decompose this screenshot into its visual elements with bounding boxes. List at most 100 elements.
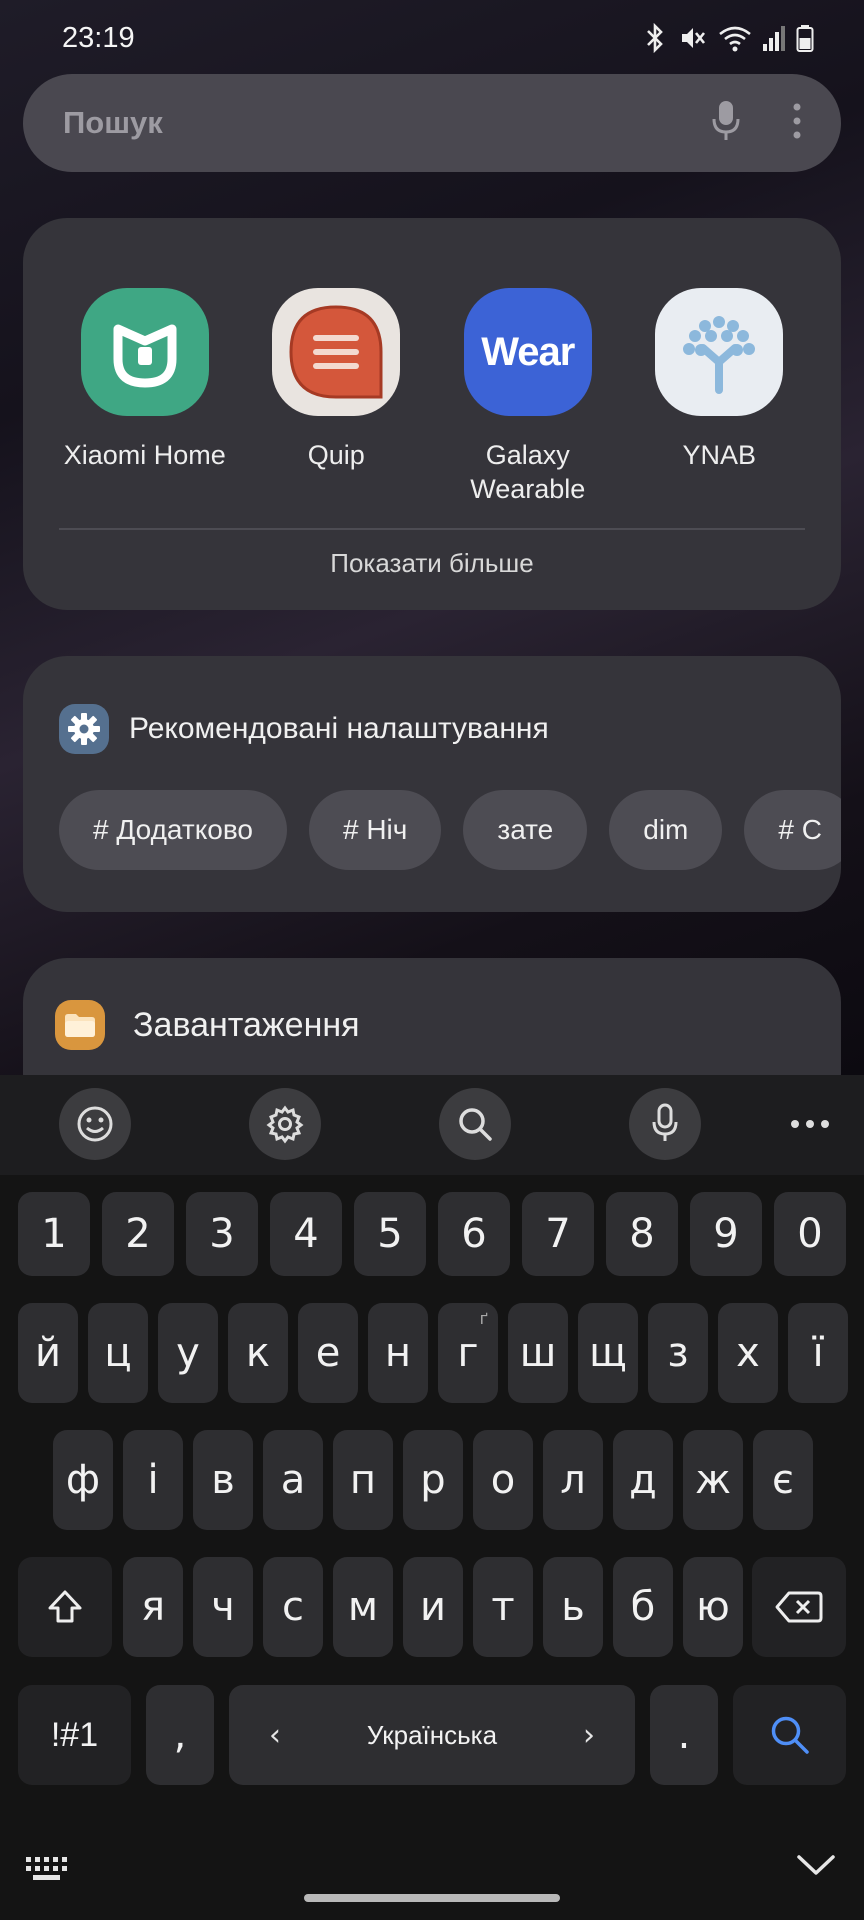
app-galaxy-wearable[interactable]: Wear Galaxy Wearable	[432, 288, 624, 506]
key-б[interactable]: б	[613, 1557, 673, 1657]
key-и[interactable]: и	[403, 1557, 463, 1657]
chip-dim[interactable]: dim	[609, 790, 723, 870]
key-м[interactable]: м	[333, 1557, 393, 1657]
key-9[interactable]: 9	[690, 1192, 762, 1276]
backspace-key[interactable]	[752, 1557, 846, 1657]
search-icon[interactable]	[439, 1088, 511, 1160]
more-icon[interactable]	[780, 1088, 840, 1160]
settings-gear-icon	[59, 704, 109, 754]
apps-card: Xiaomi Home Quip Wear Galaxy Wearable YN…	[23, 218, 841, 610]
galaxy-wearable-icon: Wear	[463, 288, 592, 416]
key-л[interactable]: л	[543, 1430, 603, 1530]
app-ynab[interactable]: YNAB	[624, 288, 816, 506]
wifi-icon	[718, 23, 752, 53]
chip-night[interactable]: # Ніч	[308, 790, 442, 870]
bluetooth-icon	[642, 23, 668, 53]
ynab-icon	[655, 288, 784, 416]
app-xiaomi-home[interactable]: Xiaomi Home	[49, 288, 241, 506]
emoji-icon[interactable]	[59, 1088, 131, 1160]
home-indicator[interactable]	[304, 1894, 560, 1902]
key-о[interactable]: о	[473, 1430, 533, 1530]
recommended-title: Рекомендовані налаштування	[129, 712, 549, 745]
key-3[interactable]: 3	[186, 1192, 258, 1276]
key-і[interactable]: і	[123, 1430, 183, 1530]
shift-key[interactable]	[18, 1557, 112, 1657]
quip-icon	[272, 288, 401, 416]
comma-key[interactable]: ,	[146, 1685, 214, 1785]
status-bar: 23:19	[0, 0, 864, 76]
key-в[interactable]: в	[193, 1430, 253, 1530]
app-label: Galaxy Wearable	[470, 440, 586, 504]
key-щ[interactable]: щ	[578, 1303, 638, 1403]
mic-icon[interactable]	[629, 1088, 701, 1160]
search-action-key[interactable]	[733, 1685, 846, 1785]
key-с[interactable]: с	[263, 1557, 323, 1657]
mic-icon[interactable]	[711, 99, 741, 148]
key-4[interactable]: 4	[270, 1192, 342, 1276]
key-н[interactable]: н	[368, 1303, 428, 1403]
chip-zate[interactable]: зате	[463, 790, 588, 870]
shift-icon	[48, 1590, 82, 1623]
key-alt-label: ґ	[479, 1309, 488, 1328]
key-ч[interactable]: ч	[193, 1557, 253, 1657]
hide-keyboard-icon[interactable]	[796, 1852, 836, 1883]
key-ї[interactable]: ї	[788, 1303, 848, 1403]
space-language-label: Українська	[366, 1719, 498, 1750]
key-ь[interactable]: ь	[543, 1557, 603, 1657]
app-label: Quip	[307, 440, 365, 470]
key-6[interactable]: 6	[438, 1192, 510, 1276]
xiaomi-home-icon	[80, 288, 209, 416]
search-input[interactable]: Пошук	[63, 105, 711, 141]
key-7[interactable]: 7	[522, 1192, 594, 1276]
key-ц[interactable]: ц	[88, 1303, 148, 1403]
space-key[interactable]: ‹ Українська ›	[229, 1685, 635, 1785]
chip-additional[interactable]: # Додатково	[59, 790, 287, 870]
key-у[interactable]: у	[158, 1303, 218, 1403]
recommended-settings-card: Рекомендовані налаштування # Додатково #…	[23, 656, 841, 912]
downloads-title: Завантаження	[133, 1005, 360, 1044]
key-2[interactable]: 2	[102, 1192, 174, 1276]
status-time: 23:19	[62, 21, 135, 54]
key-є[interactable]: є	[753, 1430, 813, 1530]
key-я[interactable]: я	[123, 1557, 183, 1657]
key-8[interactable]: 8	[606, 1192, 678, 1276]
keyboard-toolbar	[0, 1075, 864, 1175]
recommended-header: Рекомендовані налаштування	[59, 704, 549, 754]
chip-s[interactable]: # С	[744, 790, 841, 870]
key-п[interactable]: п	[333, 1430, 393, 1530]
key-е[interactable]: е	[298, 1303, 358, 1403]
key-ж[interactable]: ж	[683, 1430, 743, 1530]
key-г[interactable]: г ґ	[438, 1303, 498, 1403]
key-т[interactable]: т	[473, 1557, 533, 1657]
settings-icon[interactable]	[249, 1088, 321, 1160]
key-й[interactable]: й	[18, 1303, 78, 1403]
search-bar[interactable]: Пошук	[23, 74, 841, 172]
key-1[interactable]: 1	[18, 1192, 90, 1276]
key-ф[interactable]: ф	[53, 1430, 113, 1530]
period-key[interactable]: .	[650, 1685, 718, 1785]
key-д[interactable]: д	[613, 1430, 673, 1530]
key-к[interactable]: к	[228, 1303, 288, 1403]
app-label: Xiaomi Home	[63, 440, 226, 470]
app-quip[interactable]: Quip	[241, 288, 433, 506]
key-ш[interactable]: ш	[508, 1303, 568, 1403]
symbols-key[interactable]: !#1	[18, 1685, 131, 1785]
key-0[interactable]: 0	[774, 1192, 846, 1276]
show-more-button[interactable]: Показати більше	[23, 548, 841, 579]
navigation-bar	[0, 1810, 864, 1920]
key-а[interactable]: а	[263, 1430, 323, 1530]
key-з[interactable]: з	[648, 1303, 708, 1403]
backspace-icon	[775, 1591, 823, 1623]
key-label: г	[457, 1330, 479, 1376]
chevron-right-icon: ›	[583, 1717, 595, 1753]
battery-icon	[796, 24, 814, 52]
key-х[interactable]: х	[718, 1303, 778, 1403]
key-ю[interactable]: ю	[683, 1557, 743, 1657]
chip-row: # Додатково # Ніч зате dim # С	[59, 790, 841, 870]
key-5[interactable]: 5	[354, 1192, 426, 1276]
keyboard-switch-icon[interactable]	[24, 1854, 72, 1889]
key-р[interactable]: р	[403, 1430, 463, 1530]
mute-icon	[678, 23, 708, 53]
divider	[59, 528, 805, 530]
more-vert-icon[interactable]	[793, 103, 801, 144]
